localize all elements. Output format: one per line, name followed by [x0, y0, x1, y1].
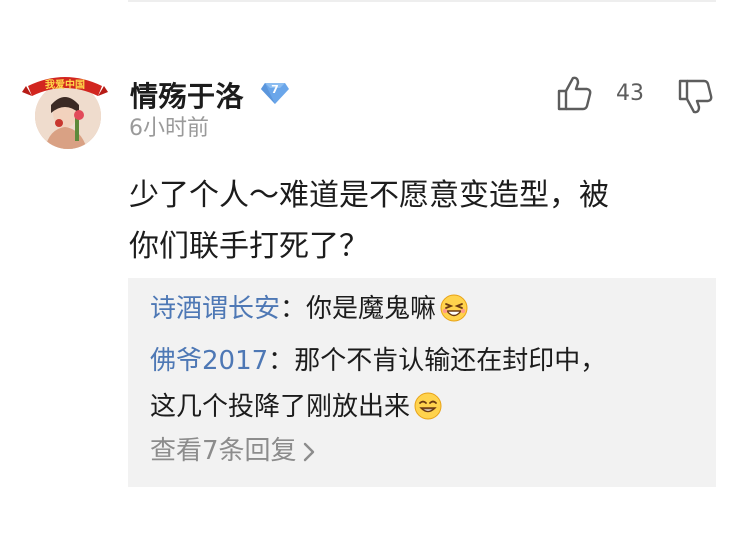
svg-text:7: 7	[271, 83, 279, 96]
comment-text-line: 少了个人～难道是不愿意变造型，被	[129, 178, 609, 213]
reply-text: 你是魔鬼嘛	[306, 294, 437, 324]
vip-badge-icon: 7	[261, 83, 289, 104]
reply-separator: ：	[268, 346, 295, 376]
reply-text: 这几个投降了刚放出来	[150, 392, 411, 422]
thumbs-up-icon[interactable]	[556, 74, 592, 112]
comment-text: 少了个人～难道是不愿意变造型，被 你们联手打死了？	[129, 170, 709, 272]
divider	[128, 0, 716, 2]
laughing-face-icon	[440, 294, 468, 322]
comment-time: 6小时前	[129, 116, 209, 141]
username[interactable]: 情殇于洛	[130, 75, 244, 115]
reply-separator: ：	[280, 294, 307, 324]
thumbs-down-icon[interactable]	[677, 78, 713, 116]
reply-text: 那个不肯认输还在封印中，	[294, 346, 607, 376]
like-count: 43	[616, 81, 644, 106]
svg-text:我爱中国: 我爱中国	[45, 78, 85, 91]
smiling-face-icon	[414, 392, 442, 420]
view-all-replies-label: 查看7条回复	[150, 436, 297, 466]
chevron-right-icon	[303, 442, 314, 461]
reply-author[interactable]: 诗酒谓长安	[150, 294, 280, 324]
replies-panel: 诗酒谓长安：你是魔鬼嘛 佛爷2017：那个不肯认输还在封印中， 这几个投降了刚放…	[128, 278, 716, 487]
avatar[interactable]: 我爱中国	[22, 70, 108, 156]
reply-item[interactable]: 诗酒谓长安：你是魔鬼嘛	[150, 286, 710, 332]
avatar-badge: 我爱中国	[22, 77, 108, 96]
comment-text-line: 你们联手打死了？	[129, 229, 369, 264]
view-all-replies-link[interactable]: 查看7条回复	[150, 430, 315, 467]
reply-author[interactable]: 佛爷2017	[150, 346, 268, 376]
reply-item[interactable]: 佛爷2017：那个不肯认输还在封印中， 这几个投降了刚放出来	[150, 338, 710, 430]
